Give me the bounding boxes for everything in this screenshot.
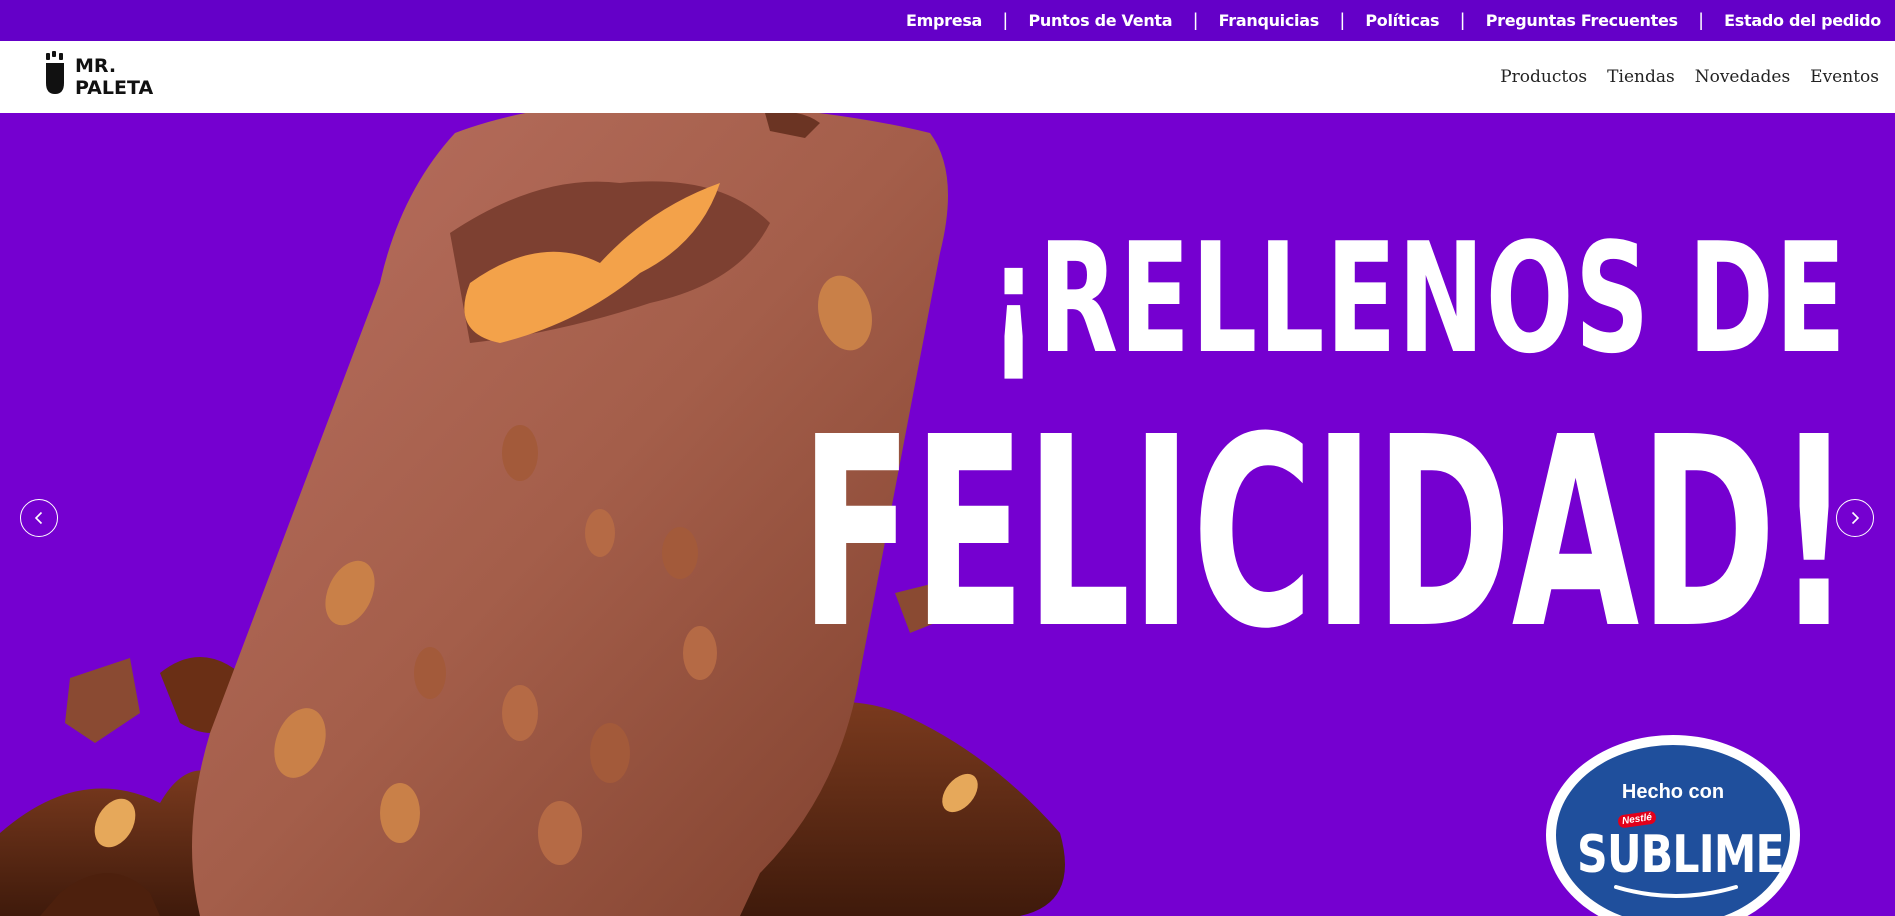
nav-eventos[interactable]: Eventos <box>1810 67 1879 87</box>
carousel-prev-button[interactable] <box>20 499 58 537</box>
swoosh-icon <box>1614 885 1738 898</box>
badge-oval: Hecho con Nestlé SUBLIME <box>1556 745 1790 916</box>
hero-banner[interactable]: ¡RELLENOS DE FELICIDAD! Hecho con Nestlé… <box>0 113 1895 916</box>
utility-link-franquicias[interactable]: Franquicias <box>1219 11 1320 30</box>
utility-link-estado-del-pedido[interactable]: Estado del pedido <box>1724 11 1881 30</box>
sublime-wordmark: SUBLIME <box>1577 825 1785 885</box>
utility-link-puntos-de-venta[interactable]: Puntos de Venta <box>1028 11 1172 30</box>
utility-link-empresa[interactable]: Empresa <box>906 11 982 30</box>
nav-novedades[interactable]: Novedades <box>1695 67 1790 87</box>
separator: | <box>1339 10 1345 30</box>
separator: | <box>1460 10 1465 30</box>
utility-link-preguntas-frecuentes[interactable]: Preguntas Frecuentes <box>1486 11 1678 30</box>
separator: | <box>1193 10 1198 30</box>
chevron-right-icon <box>1851 511 1860 525</box>
utility-nav: Empresa | Puntos de Venta | Franquicias … <box>906 0 1881 41</box>
nav-tiendas[interactable]: Tiendas <box>1607 67 1675 87</box>
mr-paleta-logo[interactable]: MR. PALETA <box>44 50 184 100</box>
carousel-next-button[interactable] <box>1836 499 1874 537</box>
chevron-left-icon <box>34 511 43 525</box>
separator: | <box>1003 10 1008 30</box>
headline-line-1: ¡RELLENOS DE <box>990 210 1848 387</box>
svg-text:MR.: MR. <box>75 55 116 77</box>
main-header: MR. PALETA Productos Tiendas Novedades E… <box>0 41 1895 113</box>
headline-line-2: FELICIDAD! <box>800 381 1852 686</box>
svg-text:PALETA: PALETA <box>75 77 153 99</box>
badge-caption: Hecho con <box>1621 781 1725 803</box>
top-utility-bar: Empresa | Puntos de Venta | Franquicias … <box>0 0 1895 41</box>
separator: | <box>1698 10 1704 30</box>
nav-productos[interactable]: Productos <box>1500 67 1587 87</box>
main-nav: Productos Tiendas Novedades Eventos <box>1490 41 1889 113</box>
utility-link-politicas[interactable]: Políticas <box>1365 11 1439 30</box>
